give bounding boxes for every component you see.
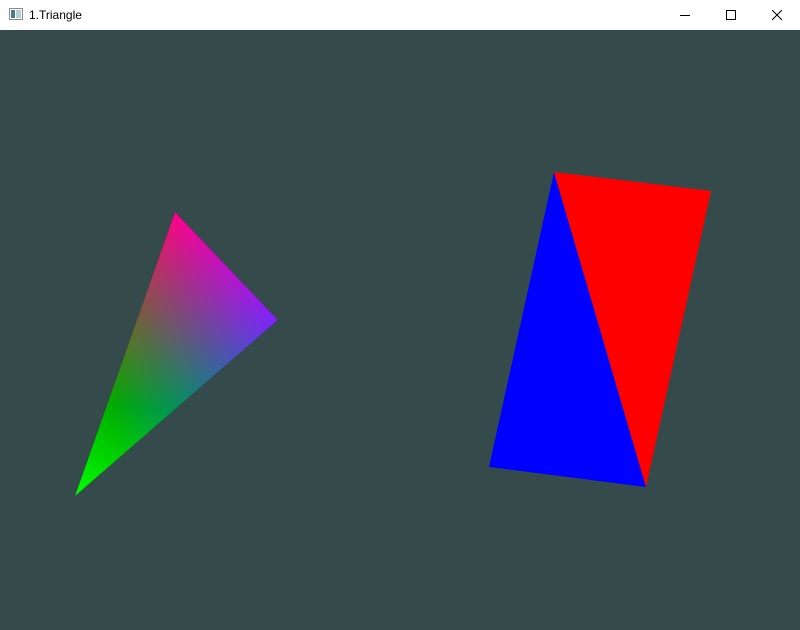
maximize-button[interactable] <box>708 0 754 30</box>
render-viewport <box>0 30 800 630</box>
app-window-icon <box>9 8 23 20</box>
maximize-icon <box>726 10 736 20</box>
scene-canvas <box>0 30 800 630</box>
minimize-icon <box>680 15 690 16</box>
title-bar[interactable]: 1.Triangle <box>0 0 800 30</box>
minimize-button[interactable] <box>662 0 708 30</box>
window-title: 1.Triangle <box>29 8 82 22</box>
close-icon <box>772 10 782 20</box>
close-button[interactable] <box>754 0 800 30</box>
app-window: 1.Triangle <box>0 0 800 630</box>
